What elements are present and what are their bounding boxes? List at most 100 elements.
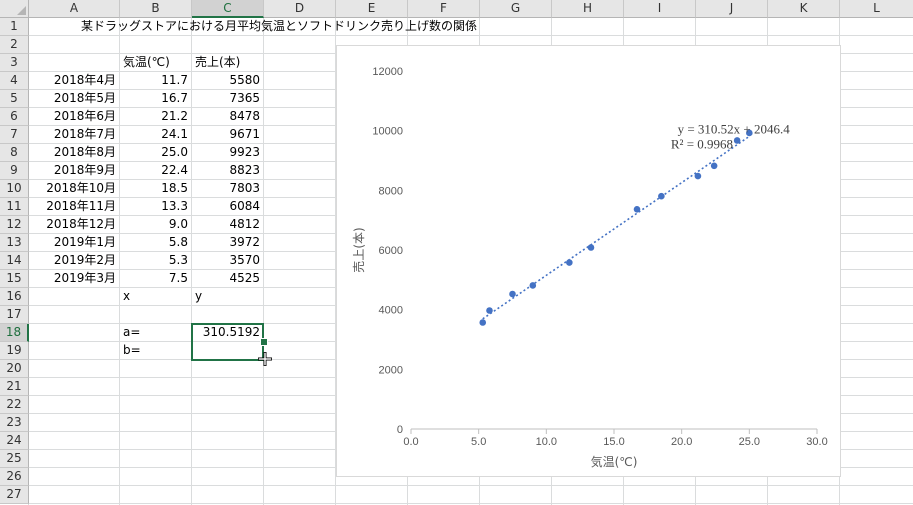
column-header-k[interactable]: K <box>768 0 840 18</box>
month-cell[interactable]: 2018年5月 <box>29 90 120 108</box>
temperature-cell[interactable]: 22.4 <box>120 162 192 180</box>
row-header-7[interactable]: 7 <box>0 126 29 144</box>
column-header-a[interactable]: A <box>29 0 120 18</box>
temperature-cell[interactable]: 25.0 <box>120 144 192 162</box>
row-header-19[interactable]: 19 <box>0 342 29 360</box>
y-tick-label: 8000 <box>379 185 403 197</box>
scatter-chart[interactable]: 0 2000 4000 6000 8000 10000 12000 0.0 5.0 10.0 15.… <box>336 45 841 477</box>
y-tick-label: 2000 <box>379 364 403 376</box>
month-cell[interactable]: 2019年2月 <box>29 252 120 270</box>
sales-cell[interactable]: 8478 <box>192 108 264 126</box>
temperature-cell[interactable]: 13.3 <box>120 198 192 216</box>
row-header-6[interactable]: 6 <box>0 108 29 126</box>
month-cell[interactable]: 2018年12月 <box>29 216 120 234</box>
row-header-20[interactable]: 20 <box>0 360 29 378</box>
x-tick-label: 20.0 <box>671 436 692 448</box>
temperature-cell[interactable]: 5.8 <box>120 234 192 252</box>
data-point <box>658 192 665 200</box>
temperature-cell[interactable]: 11.7 <box>120 72 192 90</box>
column-header-b[interactable]: B <box>120 0 192 18</box>
trendline-equation-label: y = 310.52x + 2046.4 <box>678 122 791 137</box>
sales-cell[interactable]: 6084 <box>192 198 264 216</box>
temperature-cell[interactable]: 16.7 <box>120 90 192 108</box>
sales-cell[interactable]: 3570 <box>192 252 264 270</box>
sales-cell[interactable]: 4525 <box>192 270 264 288</box>
month-cell[interactable]: 2018年10月 <box>29 180 120 198</box>
row-header-10[interactable]: 10 <box>0 180 29 198</box>
row-header-22[interactable]: 22 <box>0 396 29 414</box>
row-header-1[interactable]: 1 <box>0 18 29 36</box>
column-header-i[interactable]: I <box>624 0 696 18</box>
header-sales-cell[interactable]: 売上(本) <box>192 54 264 72</box>
column-header-e[interactable]: E <box>336 0 408 18</box>
column-header-l[interactable]: L <box>840 0 913 18</box>
month-cell[interactable]: 2019年1月 <box>29 234 120 252</box>
sales-cell[interactable]: 9671 <box>192 126 264 144</box>
y-tick-label: 0 <box>397 424 403 436</box>
column-header-c[interactable]: C <box>192 0 264 18</box>
data-point <box>733 137 741 144</box>
row-header-18[interactable]: 18 <box>0 324 29 342</box>
selected-range-box[interactable] <box>191 323 264 361</box>
row-header-23[interactable]: 23 <box>0 414 29 432</box>
row-header-8[interactable]: 8 <box>0 144 29 162</box>
row-header-27[interactable]: 27 <box>0 486 29 504</box>
sales-cell[interactable]: 4812 <box>192 216 264 234</box>
month-cell[interactable]: 2019年3月 <box>29 270 120 288</box>
data-point <box>633 205 641 213</box>
temperature-cell[interactable]: 18.5 <box>120 180 192 198</box>
row-header-4[interactable]: 4 <box>0 72 29 90</box>
temperature-cell[interactable]: 21.2 <box>120 108 192 126</box>
row-header-11[interactable]: 11 <box>0 198 29 216</box>
row-header-9[interactable]: 9 <box>0 162 29 180</box>
row-header-26[interactable]: 26 <box>0 468 29 486</box>
label-b-cell[interactable]: b= <box>120 342 192 360</box>
sales-cell[interactable]: 3972 <box>192 234 264 252</box>
sales-cell[interactable]: 5580 <box>192 72 264 90</box>
row-header-12[interactable]: 12 <box>0 216 29 234</box>
temperature-cell[interactable]: 9.0 <box>120 216 192 234</box>
x-tick-label: 10.0 <box>536 436 557 448</box>
row-header-3[interactable]: 3 <box>0 54 29 72</box>
month-cell[interactable]: 2018年7月 <box>29 126 120 144</box>
row-header-25[interactable]: 25 <box>0 450 29 468</box>
column-header-d[interactable]: D <box>264 0 336 18</box>
select-all-corner[interactable] <box>0 0 29 18</box>
row-header-16[interactable]: 16 <box>0 288 29 306</box>
chart-plot-svg: 0 2000 4000 6000 8000 10000 12000 0.0 5.0 10.0 15.… <box>351 66 828 469</box>
row-header-13[interactable]: 13 <box>0 234 29 252</box>
data-point <box>694 172 702 180</box>
gridline-horizontal <box>29 485 913 486</box>
month-cell[interactable]: 2018年9月 <box>29 162 120 180</box>
month-cell[interactable]: 2018年11月 <box>29 198 120 216</box>
temperature-cell[interactable]: 24.1 <box>120 126 192 144</box>
column-header-g[interactable]: G <box>480 0 552 18</box>
label-x-cell[interactable]: x <box>120 288 192 306</box>
sheet-title-cell[interactable]: 某ドラッグストアにおける月平均気温とソフトドリンク売り上げ数の関係 <box>29 18 480 36</box>
trendline <box>482 135 750 320</box>
month-cell[interactable]: 2018年4月 <box>29 72 120 90</box>
row-header-14[interactable]: 14 <box>0 252 29 270</box>
row-header-15[interactable]: 15 <box>0 270 29 288</box>
column-header-h[interactable]: H <box>552 0 624 18</box>
sales-cell[interactable]: 7803 <box>192 180 264 198</box>
data-point <box>566 259 573 266</box>
month-cell[interactable]: 2018年6月 <box>29 108 120 126</box>
row-header-2[interactable]: 2 <box>0 36 29 54</box>
label-a-cell[interactable]: a= <box>120 324 192 342</box>
column-header-j[interactable]: J <box>696 0 768 18</box>
temperature-cell[interactable]: 5.3 <box>120 252 192 270</box>
column-header-f[interactable]: F <box>408 0 480 18</box>
sales-cell[interactable]: 7365 <box>192 90 264 108</box>
label-y-cell[interactable]: y <box>192 288 264 306</box>
row-header-21[interactable]: 21 <box>0 378 29 396</box>
header-temperature-cell[interactable]: 気温(℃) <box>120 54 192 72</box>
temperature-cell[interactable]: 7.5 <box>120 270 192 288</box>
row-header-17[interactable]: 17 <box>0 306 29 324</box>
month-cell[interactable]: 2018年8月 <box>29 144 120 162</box>
sales-cell[interactable]: 8823 <box>192 162 264 180</box>
row-header-24[interactable]: 24 <box>0 432 29 450</box>
row-header-5[interactable]: 5 <box>0 90 29 108</box>
fill-handle[interactable] <box>260 338 268 346</box>
sales-cell[interactable]: 9923 <box>192 144 264 162</box>
